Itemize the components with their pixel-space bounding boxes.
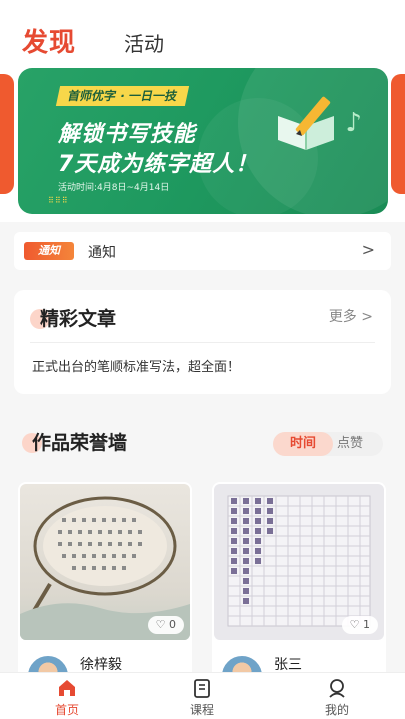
heart-icon: ♡ [349,618,360,631]
articles-title: 精彩文章 [40,308,117,330]
course-book-icon [194,679,210,698]
music-note-icon: ♪ [345,108,362,138]
sort-switch: 时间 点赞 [273,432,383,456]
notice-badge: 通知 [24,242,74,260]
home-icon [59,680,75,696]
banner-tag: 首师优字 · 一日一技 [55,86,190,106]
nav-mine[interactable]: 我的 [297,677,377,719]
divider [30,342,375,343]
nav-course[interactable]: 课程 [162,677,242,719]
user-icon [329,679,345,698]
banner-headline: 解锁书写技能 [58,122,197,147]
article-item[interactable]: 正式出台的笔顺标准写法，超全面！ [32,356,240,375]
author-name: 徐梓毅 [80,657,122,673]
bottom-nav: 首页 课程 我的 [0,672,405,719]
top-tabs: 发现 活动 [0,0,405,62]
banner-activity-time: 活动时间:4月8日~4月14日 [58,183,170,193]
works-wall: 作品荣誉墙 时间 点赞 ♡ 0 徐梓毅 ♡ 1 张三 [0,414,405,682]
articles-card: 精彩文章 更多 > 正式出台的笔顺标准写法，超全面！ [14,290,391,394]
sort-by-time[interactable]: 时间 [273,432,333,456]
like-count-value: 0 [169,618,176,631]
notice-bar[interactable]: 通知 通知 > [14,232,391,270]
more-link[interactable]: 更多 > [329,306,373,326]
work-image: ♡ 0 [20,484,190,640]
banner-subheadline: 7天成为练字超人！ [58,152,259,177]
author-name: 张三 [274,657,302,673]
work-card[interactable]: ♡ 1 张三 [212,482,386,682]
banner-carousel: 首师优字 · 一日一技 解锁书写技能 7天成为练字超人！ 活动时间:4月8日~4… [0,62,405,222]
banner-next-peek[interactable] [391,74,405,194]
work-card[interactable]: ♡ 0 徐梓毅 [18,482,192,682]
banner-prev-peek[interactable] [0,74,14,194]
app-page: 发现 活动 首师优字 · 一日一技 解锁书写技能 7天成为练字超人！ 活动时间:… [0,0,405,719]
book-pencil-icon [278,96,334,150]
like-count-value: 1 [363,618,370,631]
work-image: ♡ 1 [214,484,384,640]
tab-discover[interactable]: 发现 [22,22,76,59]
works-title: 作品荣誉墙 [32,432,128,454]
sort-by-likes[interactable]: 点赞 [337,432,363,456]
nav-home[interactable]: 首页 [27,677,107,719]
chevron-right-icon: > [361,240,375,259]
heart-icon: ♡ [155,618,166,631]
nav-mine-label: 我的 [324,703,349,717]
notice-text: 通知 [88,245,116,261]
tab-activity[interactable]: 活动 [124,28,164,57]
nav-home-label: 首页 [54,703,79,717]
like-count[interactable]: ♡ 1 [341,616,378,634]
banner-dots-decoration: ⠿⠿⠿ [48,196,69,205]
nav-course-label: 课程 [189,703,214,717]
banner-slide[interactable]: 首师优字 · 一日一技 解锁书写技能 7天成为练字超人！ 活动时间:4月8日~4… [18,68,388,214]
like-count[interactable]: ♡ 0 [147,616,184,634]
